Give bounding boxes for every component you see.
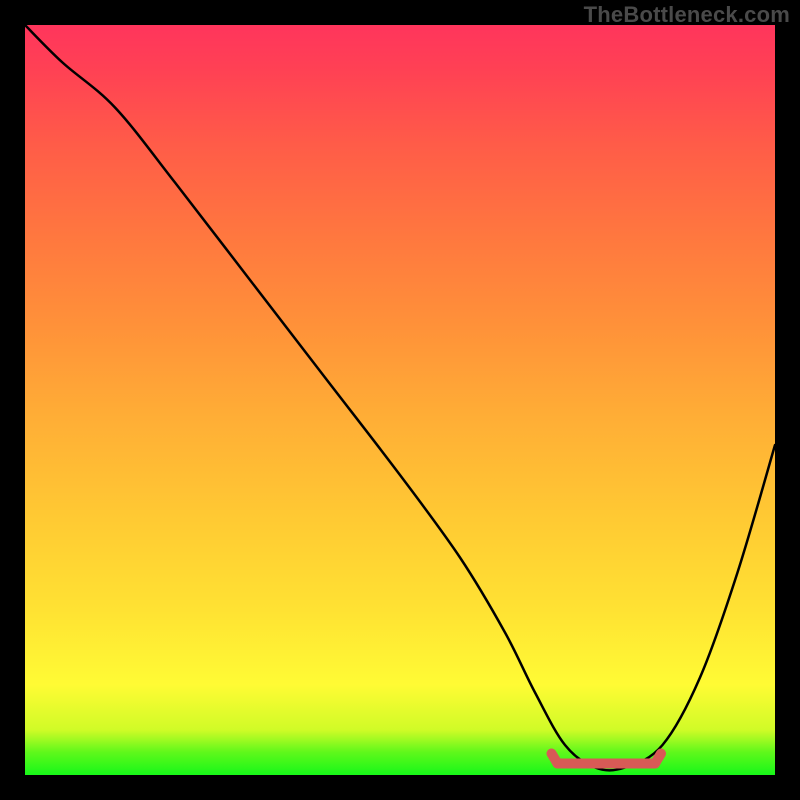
plot-area	[25, 25, 775, 775]
chart-frame: TheBottleneck.com	[0, 0, 800, 800]
bottleneck-curve	[25, 25, 775, 770]
bottleneck-curve-svg	[25, 25, 775, 775]
watermark-text: TheBottleneck.com	[584, 2, 790, 28]
optimal-range-tick-left	[552, 754, 558, 764]
optimal-range-tick-right	[655, 754, 661, 764]
